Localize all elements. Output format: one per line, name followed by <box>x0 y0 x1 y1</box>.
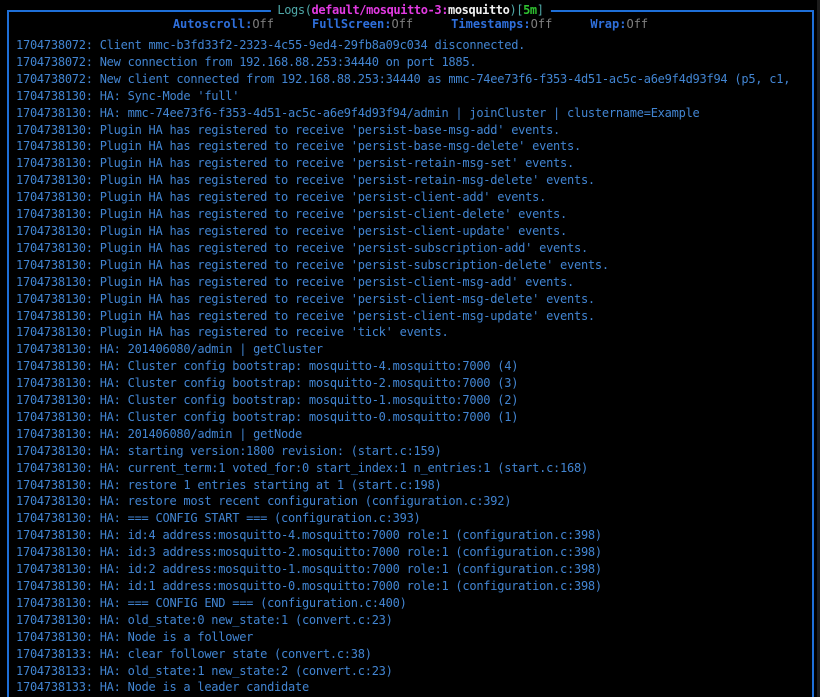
title-container-name: mosquitto <box>448 3 509 17</box>
log-viewport[interactable]: 1704738072: Client mmc-b3fd33f2-2323-4c5… <box>16 37 807 697</box>
log-line: 1704738072: New client connected from 19… <box>16 71 807 88</box>
status-toggle-fullscreen-label: FullScreen: <box>312 17 391 31</box>
title-close-paren: ) <box>509 3 516 17</box>
title-since-value: 5m <box>523 3 537 17</box>
title-since-open: [ <box>516 3 523 17</box>
log-line: 1704738130: HA: Sync-Mode 'full' <box>16 88 807 105</box>
log-line: 1704738130: Plugin HA has registered to … <box>16 138 807 155</box>
title-pod-fqn: default/mosquitto-3: <box>312 3 449 17</box>
log-line: 1704738133: HA: Node is a leader candida… <box>16 679 807 696</box>
log-line: 1704738130: HA: restore 1 entries starti… <box>16 477 807 494</box>
log-line: 1704738130: HA: 201406080/admin | getClu… <box>16 341 807 358</box>
status-toggle-autoscroll-label: Autoscroll: <box>173 17 252 31</box>
status-toggle-fullscreen: FullScreen:Off <box>312 17 413 32</box>
log-line: 1704738130: HA: id:3 address:mosquitto-2… <box>16 544 807 561</box>
status-bar: Autoscroll:OffFullScreen:OffTimestamps:O… <box>9 17 812 32</box>
log-line: 1704738130: Plugin HA has registered to … <box>16 206 807 223</box>
status-toggle-wrap: Wrap:Off <box>590 17 648 32</box>
log-line: 1704738130: HA: starting version:1800 re… <box>16 443 807 460</box>
log-line: 1704738133: HA: clear follower state (co… <box>16 646 807 663</box>
log-line: 1704738130: HA: === CONFIG END === (conf… <box>16 595 807 612</box>
log-line: 1704738130: Plugin HA has registered to … <box>16 308 807 325</box>
status-toggle-timestamps-label: Timestamps: <box>451 17 530 31</box>
title-since-close: ] <box>537 3 544 17</box>
status-toggle-timestamps: Timestamps:Off <box>451 17 552 32</box>
log-line: 1704738130: HA: old_state:0 new_state:1 … <box>16 612 807 629</box>
log-line: 1704738130: Plugin HA has registered to … <box>16 274 807 291</box>
status-toggle-wrap-label: Wrap: <box>590 17 626 31</box>
logs-title: Logs(default/mosquitto-3:mosquitto)[5m] <box>270 3 550 18</box>
log-line: 1704738133: HA: old_state:1 new_state:2 … <box>16 663 807 680</box>
terminal-window[interactable]: Logs(default/mosquitto-3:mosquitto)[5m] … <box>0 0 820 697</box>
log-line: 1704738130: Plugin HA has registered to … <box>16 291 807 308</box>
log-line: 1704738130: HA: Cluster config bootstrap… <box>16 358 807 375</box>
log-line: 1704738130: HA: mmc-74ee73f6-f353-4d51-a… <box>16 105 807 122</box>
log-line: 1704738130: Plugin HA has registered to … <box>16 223 807 240</box>
log-line: 1704738130: HA: === CONFIG START === (co… <box>16 510 807 527</box>
log-line: 1704738130: Plugin HA has registered to … <box>16 240 807 257</box>
log-line: 1704738130: HA: id:4 address:mosquitto-4… <box>16 527 807 544</box>
log-line: 1704738130: Plugin HA has registered to … <box>16 122 807 139</box>
log-line: 1704738130: HA: Cluster config bootstrap… <box>16 392 807 409</box>
log-line: 1704738130: Plugin HA has registered to … <box>16 189 807 206</box>
log-line: 1704738130: Plugin HA has registered to … <box>16 172 807 189</box>
log-line: 1704738130: Plugin HA has registered to … <box>16 155 807 172</box>
log-line: 1704738130: HA: restore most recent conf… <box>16 493 807 510</box>
log-line: 1704738130: Plugin HA has registered to … <box>16 257 807 274</box>
log-line: 1704738130: HA: id:1 address:mosquitto-0… <box>16 578 807 595</box>
log-line: 1704738072: Client mmc-b3fd33f2-2323-4c5… <box>16 37 807 54</box>
status-toggle-autoscroll: Autoscroll:Off <box>173 17 274 32</box>
status-toggle-fullscreen-value: Off <box>391 17 413 31</box>
log-line: 1704738072: New connection from 192.168.… <box>16 54 807 71</box>
status-toggle-wrap-value: Off <box>626 17 648 31</box>
log-line: 1704738130: HA: Cluster config bootstrap… <box>16 409 807 426</box>
log-line: 1704738130: HA: current_term:1 voted_for… <box>16 460 807 477</box>
status-toggle-timestamps-value: Off <box>531 17 553 31</box>
log-line: 1704738130: HA: Cluster config bootstrap… <box>16 375 807 392</box>
title-view-label: Logs( <box>277 3 311 17</box>
log-line: 1704738130: HA: 201406080/admin | getNod… <box>16 426 807 443</box>
status-toggle-autoscroll-value: Off <box>252 17 274 31</box>
logs-frame: Logs(default/mosquitto-3:mosquitto)[5m] … <box>7 10 814 697</box>
log-line: 1704738130: HA: id:2 address:mosquitto-1… <box>16 561 807 578</box>
log-line: 1704738130: HA: Node is a follower <box>16 629 807 646</box>
log-line: 1704738130: Plugin HA has registered to … <box>16 324 807 341</box>
